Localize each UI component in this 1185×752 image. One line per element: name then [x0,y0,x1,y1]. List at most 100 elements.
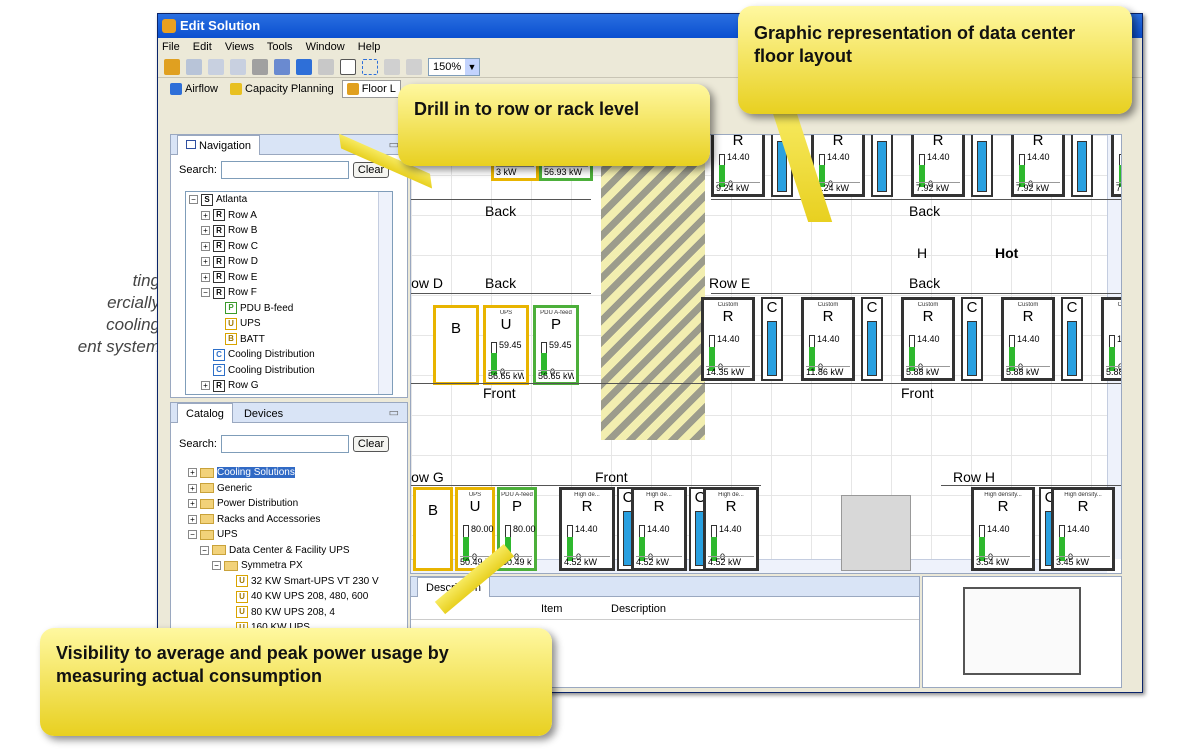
expand-icon[interactable]: + [201,257,210,267]
catalog-node[interactable]: − Symmetra PX [185,558,393,574]
rack-b[interactable]: B [433,305,479,385]
tree-node[interactable]: + R Row A [186,208,392,224]
sync-icon[interactable] [296,58,312,75]
catalog-node[interactable]: − Data Center & Facility UPS [185,543,393,559]
expand-icon[interactable]: − [189,195,198,205]
tree-node-label: Row E [228,271,258,283]
cooling-unit[interactable]: C [761,297,783,381]
rack-r[interactable]: R 14.40 0 9.24 kW [711,135,765,197]
expand-icon[interactable]: + [201,272,210,282]
expand-icon[interactable]: + [188,483,197,493]
tree-node[interactable]: U UPS [186,316,392,332]
tree-node[interactable]: + R Row G [186,378,392,394]
rack-r[interactable]: CustomR14.4005.88 kW [901,297,955,381]
menu-tools[interactable]: Tools [267,41,293,53]
rack-r[interactable]: CustomR14.4005.88 kW [1001,297,1055,381]
tab-airflow[interactable]: Airflow [166,81,222,97]
cooling-unit[interactable]: C [1071,135,1093,197]
catalog-search-input[interactable] [220,435,349,453]
save-icon[interactable] [186,58,202,75]
expand-icon[interactable]: + [188,468,197,478]
pan-icon[interactable] [384,58,400,75]
tab-navigation[interactable]: Navigation [177,135,260,155]
col-description[interactable]: Description [611,603,666,615]
expand-icon[interactable]: + [201,226,210,236]
menu-window[interactable]: Window [306,41,345,53]
tree-node[interactable]: + R Row D [186,254,392,270]
expand-icon[interactable]: − [212,561,221,571]
select-icon[interactable] [362,58,378,75]
expand-icon[interactable]: + [188,514,197,524]
tree-node[interactable]: + R Row C [186,239,392,255]
catalog-node[interactable]: + Power Distribution [185,496,393,512]
expand-icon[interactable]: + [201,210,210,220]
overview-thumbnail[interactable] [922,576,1122,688]
col-item[interactable]: Item [541,603,562,615]
rack-letter: R [822,308,834,325]
cooling-unit[interactable]: C [1061,297,1083,381]
rack-b[interactable]: B [413,487,453,571]
catalog-node[interactable]: + Generic [185,481,393,497]
menu-file[interactable]: File [162,41,180,53]
rack-r[interactable]: High de... R 14.40 0 4.52 kW [703,487,759,571]
tree-node[interactable]: − S Atlanta [186,192,392,208]
rack-r[interactable]: R1407.92 [1111,135,1121,197]
tree-node[interactable]: + R Row B [186,223,392,239]
new-icon[interactable] [164,58,180,75]
cooling-unit[interactable]: C [961,297,983,381]
catalog-node[interactable]: − UPS [185,527,393,543]
expand-icon[interactable]: + [188,499,197,509]
catalog-node[interactable]: U 80 KW UPS 208, 4 [185,605,393,621]
tree-node[interactable]: − R Row F [186,285,392,301]
expand-icon[interactable]: − [200,545,209,555]
expand-icon[interactable]: + [201,381,210,391]
tab-catalog[interactable]: Catalog [177,403,233,423]
tab-capacity-planning[interactable]: Capacity Planning [226,81,338,97]
maximize-icon[interactable]: ▭ [389,403,399,423]
delete-icon[interactable] [252,58,268,75]
catalog-clear-button[interactable]: Clear [352,436,390,452]
stamp-icon[interactable] [406,58,422,75]
tab-floor-layout[interactable]: Floor L [341,80,401,98]
tab-devices[interactable]: Devices [236,408,291,420]
rack-p[interactable]: PDU A-feed P 59.45 0 56.65 kW [533,305,579,385]
redo-icon[interactable] [230,58,246,75]
navigation-scrollbar[interactable] [378,192,392,394]
rack-r[interactable]: High de... R 14.40 0 4.52 kW [631,487,687,571]
rack-r[interactable]: High density... R 14.40 0 3.45 kW [1051,487,1115,571]
tree-node[interactable]: C Cooling Distribution [186,363,392,379]
cooling-unit[interactable]: C [971,135,993,197]
catalog-node[interactable]: + Racks and Accessories [185,512,393,528]
pointer-icon[interactable] [340,58,356,75]
rack-r[interactable]: Custom R 14.40 0 14.35 kW [701,297,755,381]
edit-icon[interactable] [274,58,290,75]
tree-node[interactable]: P PDU B-feed [186,301,392,317]
menu-help[interactable]: Help [358,41,381,53]
tree-node[interactable]: C Cooling Distribution [186,347,392,363]
menu-edit[interactable]: Edit [193,41,212,53]
rack-r[interactable]: CustomR14.4005.88 kW [1101,297,1121,381]
expand-icon[interactable]: + [201,241,210,251]
cooling-unit[interactable]: C [871,135,893,197]
globe-icon[interactable] [318,58,334,75]
rack-r[interactable]: High de... R 14.40 0 4.52 kW [559,487,615,571]
navigation-search-input[interactable] [220,161,349,179]
tree-node[interactable]: B BATT [186,332,392,348]
rack-r[interactable]: High density... R 14.40 0 3.54 kW [971,487,1035,571]
expand-icon[interactable]: − [201,288,210,298]
floor-layout-canvas[interactable]: 56.93 kW3 kWR14.4009.24 kWCR14.4009.24 k… [410,134,1122,574]
zoom-select[interactable]: 150% ▼ [428,57,480,76]
tree-node[interactable]: + R Row E [186,270,392,286]
catalog-node[interactable]: U 40 KW UPS 208, 480, 600 [185,589,393,605]
expand-icon[interactable]: − [188,530,197,540]
rack-r[interactable]: R 14.40 0 7.92 kW [1011,135,1065,197]
tree-node[interactable]: +RRow H [186,394,392,395]
menu-views[interactable]: Views [225,41,254,53]
catalog-node[interactable]: U 32 KW Smart-UPS VT 230 V [185,574,393,590]
rack-r[interactable]: R 14.40 0 7.92 kW [911,135,965,197]
cooling-unit[interactable]: C [861,297,883,381]
catalog-node[interactable]: + Cooling Solutions [185,465,393,481]
rack-u[interactable]: UPS U 59.45 0 56.65 kW [483,305,529,385]
rack-r[interactable]: Custom R 14.40 0 11.86 kW [801,297,855,381]
undo-icon[interactable] [208,58,224,75]
